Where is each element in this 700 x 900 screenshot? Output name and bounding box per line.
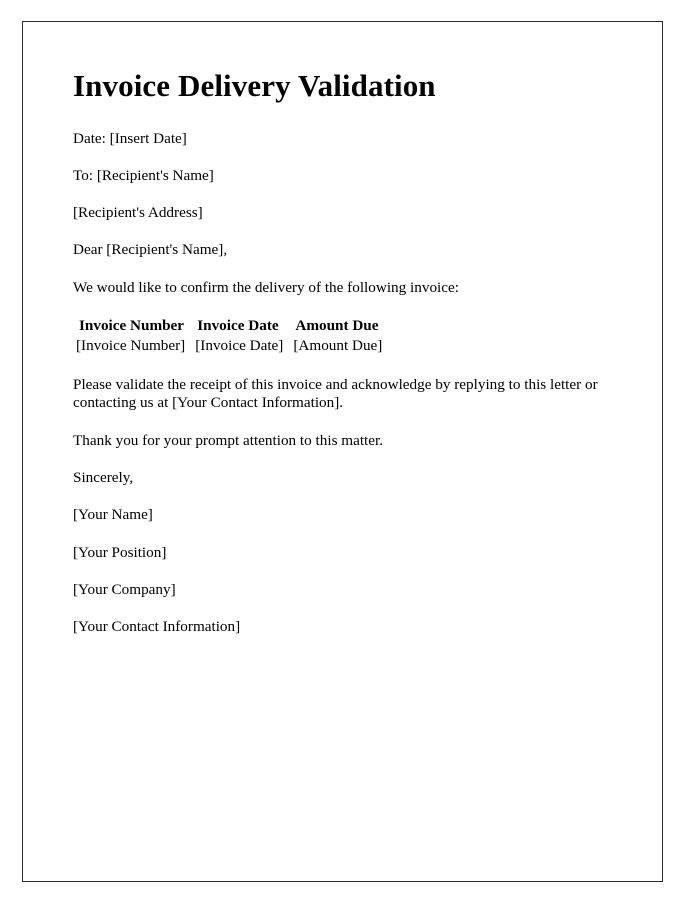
salutation-line: Dear [Recipient's Name],	[73, 241, 228, 259]
thanks-paragraph: Thank you for your prompt attention to t…	[73, 432, 384, 450]
table-header-row: Invoice Number Invoice Date Amount Due	[73, 316, 389, 337]
document-content: Invoice Delivery Validation Date: [Inser…	[73, 68, 629, 655]
signature-name: [Your Name]	[73, 506, 153, 524]
date-line: Date: [Insert Date]	[73, 129, 187, 147]
signature-position: [Your Position]	[73, 543, 167, 561]
document-page-border: Invoice Delivery Validation Date: [Inser…	[22, 21, 663, 882]
intro-paragraph: We would like to confirm the delivery of…	[73, 278, 459, 296]
recipient-name-line: To: [Recipient's Name]	[73, 166, 214, 184]
column-header-invoice-date: Invoice Date	[197, 316, 279, 334]
closing-line: Sincerely,	[73, 469, 134, 487]
signature-company: [Your Company]	[73, 580, 176, 598]
column-header-invoice-number: Invoice Number	[79, 316, 185, 334]
validation-request-paragraph: Please validate the receipt of this invo…	[73, 375, 598, 412]
cell-invoice-date: [Invoice Date]	[195, 337, 284, 355]
page-title: Invoice Delivery Validation	[73, 68, 436, 103]
signature-contact: [Your Contact Information]	[73, 618, 241, 636]
cell-invoice-number: [Invoice Number]	[76, 337, 186, 355]
invoice-details-table: Invoice Number Invoice Date Amount Due […	[73, 316, 389, 357]
cell-amount-due: [Amount Due]	[293, 337, 383, 355]
table-row: [Invoice Number] [Invoice Date] [Amount …	[73, 336, 389, 357]
recipient-address-line: [Recipient's Address]	[73, 204, 203, 222]
column-header-amount-due: Amount Due	[295, 316, 379, 334]
